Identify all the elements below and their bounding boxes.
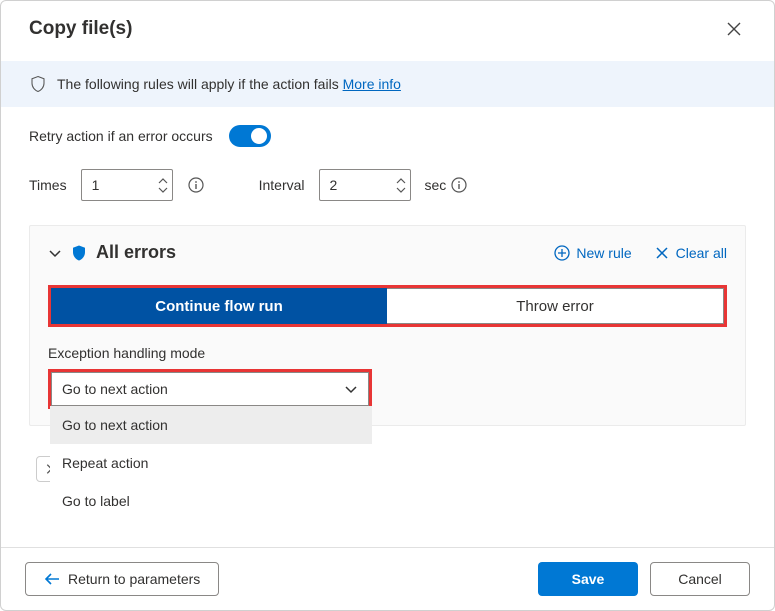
interval-value: 2	[330, 177, 396, 193]
x-icon	[654, 245, 670, 261]
exception-mode-select[interactable]: Go to next action	[51, 372, 369, 406]
exception-mode-option[interactable]: Go to next action	[50, 406, 372, 444]
more-info-link[interactable]: More info	[343, 76, 401, 92]
info-text: The following rules will apply if the ac…	[57, 76, 343, 92]
shield-icon	[70, 243, 88, 263]
exception-mode-label: Exception handling mode	[48, 345, 727, 361]
flow-behavior-tabs: Continue flow run Throw error	[48, 285, 727, 327]
chevron-up-icon[interactable]	[158, 178, 168, 185]
retry-label: Retry action if an error occurs	[29, 128, 213, 144]
interval-label: Interval	[259, 177, 305, 193]
chevron-up-icon[interactable]	[396, 178, 406, 185]
interval-input[interactable]: 2	[319, 169, 411, 201]
errors-title: All errors	[96, 242, 176, 263]
chevron-down-icon	[344, 382, 358, 396]
retry-toggle[interactable]	[229, 125, 271, 147]
new-rule-button[interactable]: New rule	[554, 245, 631, 261]
info-banner: The following rules will apply if the ac…	[1, 61, 774, 107]
interval-info-icon[interactable]	[450, 176, 468, 194]
exception-mode-value: Go to next action	[62, 381, 344, 397]
times-label: Times	[29, 177, 67, 193]
clear-all-button[interactable]: Clear all	[654, 245, 727, 261]
dialog-title: Copy file(s)	[29, 18, 132, 40]
shield-icon	[29, 75, 47, 93]
exception-mode-option[interactable]: Repeat action	[50, 444, 372, 482]
return-to-parameters-button[interactable]: Return to parameters	[25, 562, 219, 596]
arrow-left-icon	[44, 572, 60, 586]
errors-panel: All errors New rule Clear all Continue f…	[29, 225, 746, 426]
close-icon	[726, 21, 742, 37]
cancel-button[interactable]: Cancel	[650, 562, 750, 596]
interval-unit: sec	[425, 177, 447, 193]
save-button[interactable]: Save	[538, 562, 638, 596]
times-value: 1	[92, 177, 158, 193]
exception-mode-dropdown: Go to next action Repeat action Go to la…	[50, 406, 372, 520]
chevron-down-icon[interactable]	[158, 186, 168, 193]
times-info-icon[interactable]	[187, 176, 205, 194]
plus-circle-icon	[554, 245, 570, 261]
collapse-chevron-icon[interactable]	[48, 246, 62, 260]
tab-throw-error[interactable]: Throw error	[387, 288, 724, 324]
close-button[interactable]	[718, 13, 750, 45]
times-input[interactable]: 1	[81, 169, 173, 201]
tab-continue-flow-run[interactable]: Continue flow run	[51, 288, 387, 324]
exception-mode-option[interactable]: Go to label	[50, 482, 372, 520]
chevron-down-icon[interactable]	[396, 186, 406, 193]
